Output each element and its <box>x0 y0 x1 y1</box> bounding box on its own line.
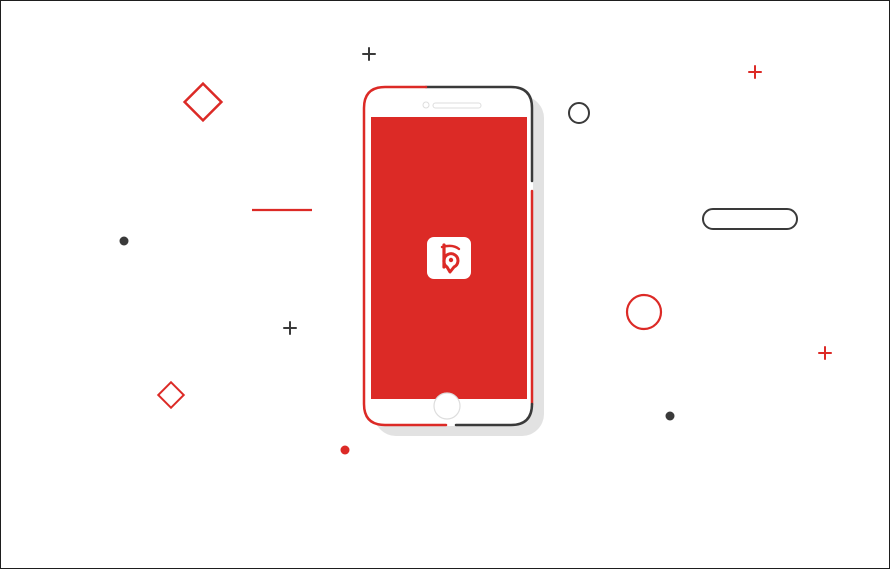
plus-icon <box>362 47 376 61</box>
dot <box>665 411 675 421</box>
diamond-outline <box>182 81 224 123</box>
ring-icon <box>568 102 590 124</box>
b-location-pin-app-icon <box>427 237 471 279</box>
phone-illustration <box>119 47 832 455</box>
illustration-frame <box>0 0 890 569</box>
pill-outline <box>702 208 798 230</box>
plus-icon <box>748 65 762 79</box>
ring-icon <box>625 293 663 331</box>
diamond-outline <box>156 380 186 410</box>
dot <box>340 445 350 455</box>
home-button-icon <box>433 392 461 420</box>
dot <box>119 236 129 246</box>
plus-icon <box>283 321 297 335</box>
plus-icon <box>818 346 832 360</box>
